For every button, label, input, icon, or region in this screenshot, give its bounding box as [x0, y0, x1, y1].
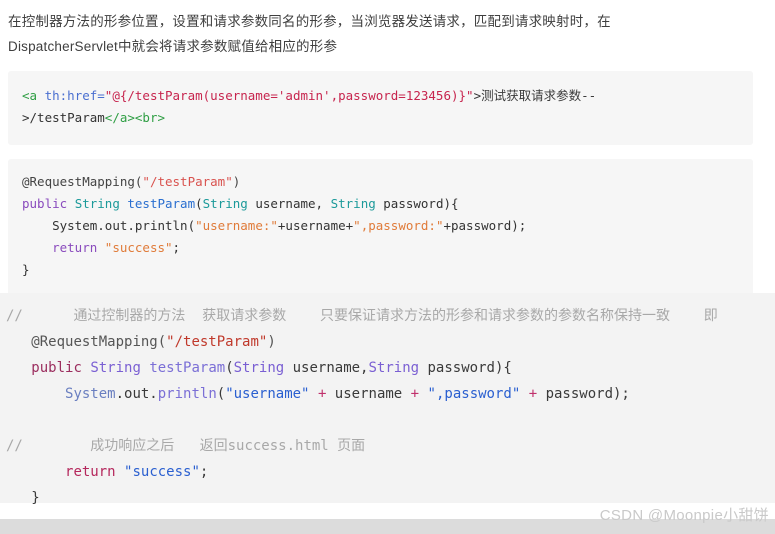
band-plus-3: +	[528, 386, 538, 402]
band-paren-open: (	[225, 360, 234, 376]
band-sysout-system: System	[65, 386, 116, 402]
band-sysout-end: );	[613, 386, 630, 402]
band-space-4	[419, 386, 427, 402]
band-keyword-public: public	[31, 360, 82, 376]
code-line-println: System.out.println("username:"+username+…	[22, 215, 739, 237]
java-paren-close: ){	[443, 196, 459, 211]
band-param-name-1: username,	[284, 360, 369, 376]
band-gap-2	[23, 438, 90, 454]
band-line-blank	[6, 407, 775, 433]
band-gap-1	[23, 308, 74, 324]
band-indent-2	[6, 360, 31, 376]
java-return-value: "success"	[104, 240, 173, 255]
html-attr-thhref: th:href=	[37, 88, 105, 103]
band-space-5	[520, 386, 528, 402]
space-1	[67, 196, 75, 211]
band-sysout-out: .out.	[115, 386, 158, 402]
html-anchor-text-cont: >/testParam	[22, 110, 105, 125]
html-tag-close: </a><br>	[104, 110, 166, 125]
editor-code-band: // 通过控制器的方法 获取请求参数 只要保证请求方法的形参和请求参数的参数名称…	[0, 293, 775, 506]
band-indent-4	[6, 464, 65, 480]
band-var-2: password	[537, 386, 613, 402]
code-line-anchor-close: >/testParam</a><br>	[22, 107, 739, 129]
band-return-type: String	[90, 360, 141, 376]
csdn-watermark: CSDN @Moonpie小甜饼	[599, 507, 769, 524]
band-line-return: return "success";	[6, 459, 775, 485]
band-method-name: testParam	[149, 360, 226, 376]
java-annotation-value: "/testParam"	[142, 174, 233, 189]
band-plus-2: +	[410, 386, 420, 402]
page-root: 在控制器方法的形参位置，设置和请求参数同名的形参，当浏览器发送请求，匹配到请求映…	[0, 0, 775, 534]
band-line-comment-1: // 通过控制器的方法 获取请求参数 只要保证请求方法的形参和请求参数的参数名称…	[6, 303, 775, 329]
java-param-type-2: String	[330, 196, 376, 211]
java-code-block: @RequestMapping("/testParam") public Stri…	[8, 159, 753, 295]
band-line-signature: public String testParam(String username,…	[6, 355, 775, 381]
java-method-name: testParam	[127, 196, 196, 211]
band-space-6	[116, 464, 124, 480]
thymeleaf-code-block: <a th:href="@{/testParam(username='admin…	[8, 71, 753, 145]
band-comment-slashes-1: //	[6, 308, 23, 324]
java-param-name-1: username,	[247, 196, 331, 211]
code-line-brace: }	[22, 259, 739, 281]
band-param-name-2: password	[419, 360, 495, 376]
indent-1	[22, 218, 52, 233]
java-param-name-2: password	[375, 196, 444, 211]
band-param-type-2: String	[368, 360, 420, 376]
java-annotation-end: )	[232, 174, 241, 189]
intro-paragraph: 在控制器方法的形参位置，设置和请求参数同名的形参，当浏览器发送请求，匹配到请求映…	[0, 0, 775, 59]
band-semicolon: ;	[199, 464, 209, 480]
java-paren-open: (	[195, 196, 203, 211]
code-line-signature: public String testParam(String username,…	[22, 193, 739, 215]
editor-code-content: // 通过控制器的方法 获取请求参数 只要保证请求方法的形参和请求参数的参数名称…	[0, 293, 775, 511]
java-concat-2: +password	[443, 218, 512, 233]
band-paren-close: ){	[494, 360, 512, 376]
band-indent-3	[6, 386, 65, 402]
band-sysout-println: println	[157, 386, 217, 402]
band-annotation-end: )	[267, 334, 276, 350]
java-semicolon: ;	[172, 240, 181, 255]
band-keyword-return: return	[65, 464, 116, 480]
java-string-2: ",password:"	[353, 218, 444, 233]
band-sysout-paren: (	[216, 386, 226, 402]
band-string-1: "username"	[225, 386, 310, 402]
band-comment-slashes-2: //	[6, 438, 23, 454]
code-line-anchor: <a th:href="@{/testParam(username='admin…	[22, 85, 739, 107]
band-brace-close: }	[31, 490, 40, 506]
intro-line-1: 在控制器方法的形参位置，设置和请求参数同名的形参，当浏览器发送请求，匹配到请求映…	[8, 14, 611, 29]
band-annotation: @RequestMapping(	[31, 334, 167, 350]
java-annotation: @RequestMapping(	[22, 174, 143, 189]
band-indent-1	[6, 334, 31, 350]
java-sysout: System.out.println(	[52, 218, 196, 233]
java-sysout-end: );	[511, 218, 527, 233]
java-keyword-return: return	[52, 240, 98, 255]
java-string-1: "username:"	[195, 218, 278, 233]
code-line-return: return "success";	[22, 237, 739, 259]
band-comment-text-2: 成功响应之后 返回success.html 页面	[90, 438, 366, 454]
java-keyword-public: public	[22, 196, 68, 211]
space-3	[97, 240, 105, 255]
band-return-value: "success"	[124, 464, 200, 480]
html-tag-gt: >	[473, 88, 482, 103]
band-line-annotation: @RequestMapping("/testParam")	[6, 329, 775, 355]
band-param-type-1: String	[233, 360, 285, 376]
band-line-println: System.out.println("username" + username…	[6, 381, 775, 407]
html-tag-open: <a	[22, 88, 38, 103]
html-attr-value: "@{/testParam(username='admin',password=…	[104, 88, 474, 103]
band-string-2: ",password"	[427, 386, 521, 402]
band-space-3	[310, 386, 318, 402]
java-return-type: String	[74, 196, 120, 211]
java-concat-1: +username+	[277, 218, 354, 233]
band-indent-5	[6, 490, 31, 506]
code-line-annotation: @RequestMapping("/testParam")	[22, 171, 739, 193]
indent-2	[22, 240, 52, 255]
java-param-type-1: String	[202, 196, 248, 211]
band-var-1: username	[326, 386, 411, 402]
html-anchor-text: 测试获取请求参数--	[481, 88, 597, 103]
intro-line-2: DispatcherServlet中就会将请求参数赋值给相应的形参	[8, 39, 338, 54]
band-line-comment-2: // 成功响应之后 返回success.html 页面	[6, 433, 775, 459]
band-comment-text-1: 通过控制器的方法 获取请求参数 只要保证请求方法的形参和请求参数的参数名称保持一…	[73, 308, 718, 324]
java-brace-close: }	[22, 262, 30, 277]
band-annotation-value: "/testParam"	[166, 334, 268, 350]
